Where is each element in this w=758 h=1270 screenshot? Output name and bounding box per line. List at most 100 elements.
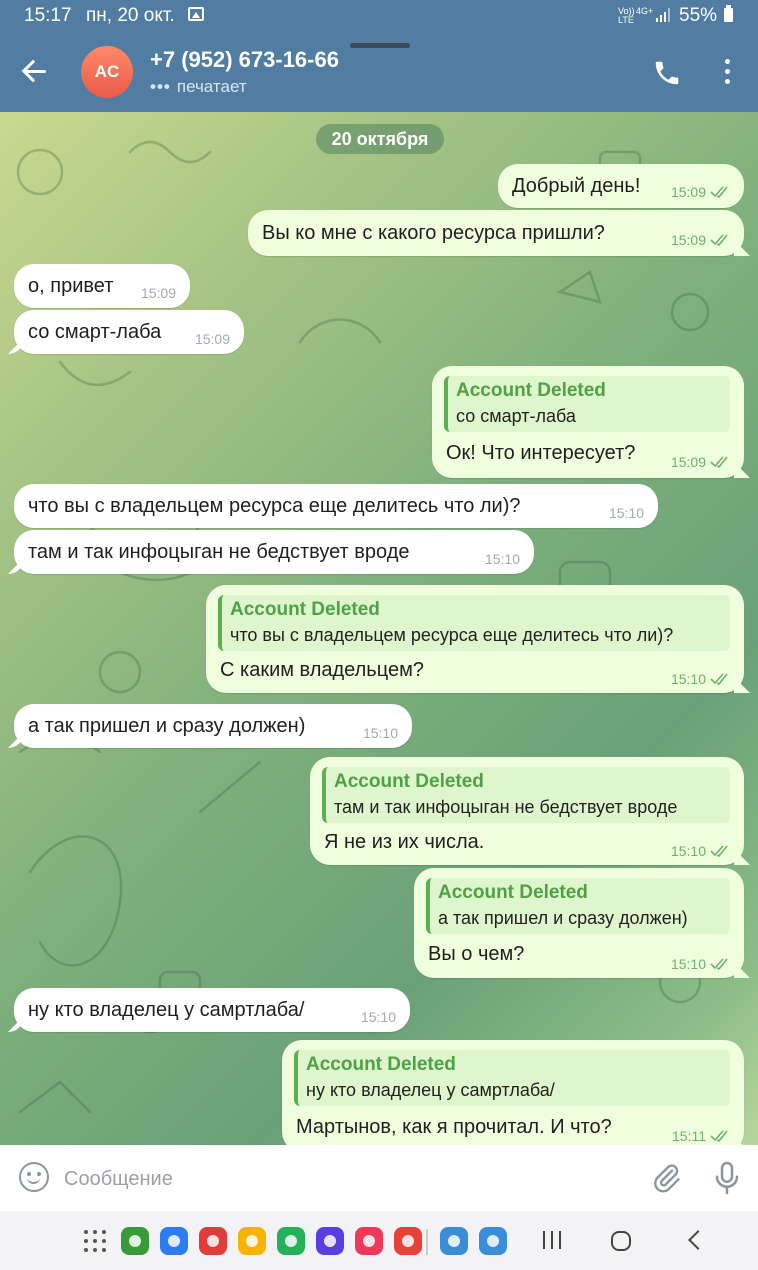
system-nav-bar	[0, 1211, 758, 1270]
outgoing-reply-message[interactable]: Account Deleted ну кто владелец у самртл…	[282, 1040, 744, 1145]
reply-text: со смарт-лаба	[456, 406, 576, 426]
gallery-notification-icon	[188, 7, 204, 21]
phone-icon[interactable]	[277, 1227, 305, 1255]
message-time: 15:09	[194, 331, 230, 347]
incoming-message[interactable]: со смарт-лаба 15:09	[14, 310, 244, 354]
top-bar: 15:17 пн, 20 окт. Vo)) LTE 4G+ 55% AC +7…	[0, 0, 758, 112]
outgoing-reply-message[interactable]: Account Deleted там и так инфоцыган не б…	[310, 757, 744, 865]
reply-author: Account Deleted	[438, 882, 588, 903]
outgoing-message[interactable]: Добрый день! 15:09	[498, 164, 744, 208]
read-checkmarks-icon	[710, 958, 730, 970]
message-text: Мартынов, как я прочитал. И что?	[296, 1116, 612, 1138]
message-time: 15:09	[140, 285, 176, 301]
typing-status: ••• печатает	[150, 77, 247, 97]
signal-icon	[656, 8, 672, 22]
status-bar: 15:17 пн, 20 окт. Vo)) LTE 4G+ 55%	[0, 0, 758, 30]
pinwheel-app-1-icon[interactable]	[440, 1227, 468, 1255]
read-checkmarks-icon	[710, 186, 730, 198]
flipboard-icon[interactable]	[199, 1227, 227, 1255]
incoming-message[interactable]: что вы с владельцем ресурса еще делитесь…	[14, 484, 658, 528]
incoming-message[interactable]: о, привет 15:09	[14, 264, 190, 308]
reply-author: Account Deleted	[334, 771, 484, 792]
back-arrow-icon[interactable]	[22, 58, 48, 84]
files-icon[interactable]	[238, 1227, 266, 1255]
reply-quote[interactable]: Account Deleted там и так инфоцыган не б…	[322, 767, 730, 823]
drag-handle	[350, 43, 410, 48]
back-button[interactable]	[684, 1228, 710, 1254]
reply-text: а так пришел и сразу должен)	[438, 908, 688, 928]
message-time: 15:10	[671, 843, 730, 859]
outgoing-reply-message[interactable]: Account Deleted а так пришел и сразу дол…	[414, 868, 744, 978]
message-text: С каким владельцем?	[220, 659, 424, 681]
reply-quote[interactable]: Account Deleted а так пришел и сразу дол…	[426, 878, 730, 934]
phone-call-icon[interactable]	[652, 58, 682, 88]
reply-text: там и так инфоцыган не бедствует вроде	[334, 797, 678, 817]
message-text: а так пришел и сразу должен)	[28, 715, 306, 737]
voice-recorder-icon[interactable]	[394, 1227, 422, 1255]
microphone-icon[interactable]	[712, 1160, 742, 1196]
reply-quote[interactable]: Account Deleted со смарт-лаба	[444, 376, 730, 432]
incoming-message[interactable]: ну кто владелец у самртлаба/ 15:10	[14, 988, 410, 1032]
home-button[interactable]	[611, 1231, 631, 1251]
read-checkmarks-icon	[710, 673, 730, 685]
message-text: Добрый день!	[512, 175, 641, 197]
message-text: там и так инфоцыган не бедствует вроде	[28, 541, 410, 563]
reply-text: ну кто владелец у самртлаба/	[306, 1080, 555, 1100]
typing-status-text: печатает	[176, 77, 247, 96]
message-time: 15:10	[608, 505, 644, 521]
reply-author: Account Deleted	[230, 599, 380, 620]
status-time: 15:17	[24, 5, 72, 26]
avatar[interactable]: AC	[81, 46, 133, 98]
messages-icon[interactable]	[160, 1227, 188, 1255]
message-text: со смарт-лаба	[28, 321, 162, 343]
reply-author: Account Deleted	[306, 1054, 456, 1075]
message-time: 15:09	[671, 232, 730, 248]
emoji-icon[interactable]	[19, 1162, 49, 1192]
date-separator: 20 октября	[316, 124, 444, 154]
incoming-message[interactable]: а так пришел и сразу должен) 15:10	[14, 704, 412, 748]
reply-author: Account Deleted	[456, 380, 606, 401]
reply-quote[interactable]: Account Deleted ну кто владелец у самртл…	[294, 1050, 730, 1106]
outgoing-reply-message[interactable]: Account Deleted со смарт-лаба Ок! Что ин…	[432, 366, 744, 478]
pinwheel-app-2-icon[interactable]	[479, 1227, 507, 1255]
message-time: 15:10	[484, 551, 520, 567]
read-checkmarks-icon	[710, 845, 730, 857]
battery-icon	[724, 5, 733, 22]
typing-dots-icon: •••	[150, 77, 171, 96]
reply-text: что вы с владельцем ресурса еще делитесь…	[230, 625, 674, 645]
calculator-icon[interactable]	[121, 1227, 149, 1255]
message-text: о, привет	[28, 275, 114, 297]
message-text: что вы с владельцем ресурса еще делитесь…	[28, 495, 521, 517]
browser-icon[interactable]	[316, 1227, 344, 1255]
paperclip-icon[interactable]	[650, 1162, 682, 1194]
message-text: Вы о чем?	[428, 943, 525, 965]
message-text: ну кто владелец у самртлаба/	[28, 999, 305, 1021]
camera-icon[interactable]	[355, 1227, 383, 1255]
message-text: Ок! Что интересует?	[446, 442, 636, 464]
message-time: 15:10	[671, 671, 730, 687]
message-time: 15:10	[360, 1009, 396, 1025]
message-text: Я не из их числа.	[324, 831, 485, 853]
message-time: 15:10	[671, 956, 730, 972]
outgoing-reply-message[interactable]: Account Deleted что вы с владельцем ресу…	[206, 585, 744, 693]
more-menu-icon[interactable]	[720, 58, 734, 86]
battery-percent: 55%	[679, 5, 718, 26]
status-date: пн, 20 окт.	[86, 5, 175, 26]
network-type-icon: 4G+	[636, 6, 654, 16]
recents-button[interactable]	[540, 1228, 566, 1254]
dock-divider	[426, 1229, 428, 1255]
incoming-message[interactable]: там и так инфоцыган не бедствует вроде 1…	[14, 530, 534, 574]
read-checkmarks-icon	[710, 1130, 730, 1142]
read-checkmarks-icon	[710, 456, 730, 468]
message-text: Вы ко мне с какого ресурса пришли?	[262, 222, 605, 244]
message-time: 15:09	[671, 454, 730, 470]
message-input[interactable]	[64, 1165, 624, 1193]
outgoing-message[interactable]: Вы ко мне с какого ресурса пришли? 15:09	[248, 210, 744, 256]
reply-quote[interactable]: Account Deleted что вы с владельцем ресу…	[218, 595, 730, 651]
message-composer	[0, 1145, 758, 1211]
chat-area[interactable]: 20 октября Добрый день! 15:09 Вы ко мне …	[0, 112, 758, 1145]
volte-icon: Vo)) LTE	[618, 6, 635, 25]
read-checkmarks-icon	[710, 234, 730, 246]
chat-title[interactable]: +7 (952) 673-16-66	[150, 47, 339, 73]
app-drawer-icon[interactable]	[84, 1230, 106, 1252]
